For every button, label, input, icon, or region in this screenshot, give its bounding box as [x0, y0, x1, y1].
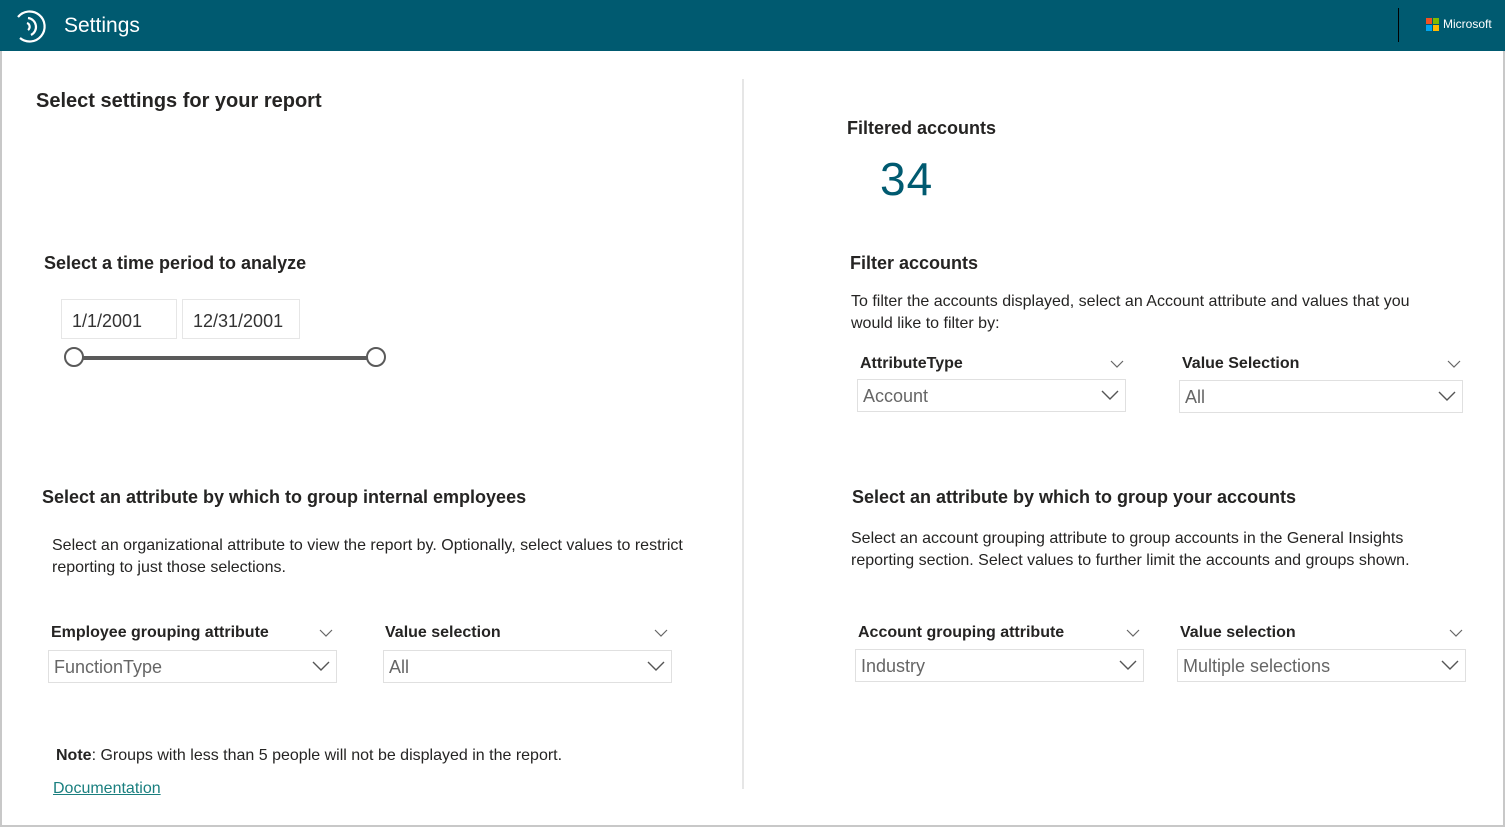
chevron-down-icon — [1119, 660, 1137, 670]
employee-group-description: Select an organizational attribute to vi… — [52, 537, 683, 576]
chevron-down-icon — [1438, 391, 1456, 401]
brand-name: Microsoft — [1443, 17, 1492, 31]
filtered-accounts-count: 34 — [880, 153, 934, 205]
employee-value-selection-dropdown[interactable]: All — [383, 650, 672, 683]
dropdown-value: FunctionType — [54, 657, 163, 677]
employee-group-heading: Select an attribute by which to group in… — [42, 487, 527, 507]
account-grouping-attribute-dropdown[interactable]: Industry — [855, 649, 1144, 682]
filter-value-selection-label: Value Selection — [1182, 355, 1300, 372]
filtered-accounts-label: Filtered accounts — [847, 118, 997, 138]
report-canvas — [0, 0, 1505, 827]
topbar-divider — [1398, 8, 1399, 42]
dropdown-value: Multiple selections — [1183, 656, 1331, 676]
page-heading: Select settings for your report — [36, 90, 322, 112]
chevron-down-icon[interactable] — [1447, 359, 1461, 369]
date-range-start-handle[interactable] — [64, 347, 84, 367]
date-range-slider-track[interactable] — [74, 356, 376, 360]
dropdown-value: All — [1185, 387, 1206, 407]
chevron-down-icon — [1101, 390, 1119, 400]
account-group-heading: Select an attribute by which to group yo… — [852, 487, 1297, 507]
employee-grouping-attribute-label: Employee grouping attribute — [51, 624, 269, 641]
microsoft-logo-icon — [1426, 18, 1440, 32]
chevron-down-icon[interactable] — [1126, 628, 1140, 638]
note-body: : Groups with less than 5 people will no… — [91, 747, 563, 764]
top-bar: Settings Microsoft — [0, 0, 1505, 51]
documentation-link[interactable]: Documentation — [53, 780, 161, 798]
chevron-down-icon — [647, 661, 665, 671]
attribute-type-dropdown[interactable]: Account — [857, 379, 1126, 412]
account-group-description: Select an account grouping attribute to … — [851, 530, 1410, 569]
filter-accounts-heading: Filter accounts — [850, 253, 979, 273]
app-logo-icon — [17, 10, 46, 43]
dropdown-value: Industry — [861, 656, 926, 676]
app-title: Settings — [64, 14, 140, 37]
date-range-end-handle[interactable] — [366, 347, 386, 367]
note-label: Note — [56, 747, 92, 764]
account-grouping-attribute-label: Account grouping attribute — [858, 624, 1065, 641]
time-period-heading: Select a time period to analyze — [44, 253, 307, 273]
start-date-input[interactable]: 1/1/2001 — [61, 299, 177, 339]
dropdown-value: All — [389, 657, 410, 677]
employee-grouping-attribute-dropdown[interactable]: FunctionType — [48, 650, 337, 683]
filter-value-selection-dropdown[interactable]: All — [1179, 380, 1463, 413]
dropdown-value: Account — [863, 386, 929, 406]
column-divider — [742, 79, 744, 789]
note-text: Note: Groups with less than 5 people wil… — [56, 747, 562, 765]
account-value-selection-label: Value selection — [1180, 624, 1296, 641]
chevron-down-icon[interactable] — [1110, 359, 1124, 369]
chevron-down-icon — [312, 661, 330, 671]
chevron-down-icon[interactable] — [654, 628, 668, 638]
chevron-down-icon[interactable] — [1449, 628, 1463, 638]
account-value-selection-dropdown[interactable]: Multiple selections — [1177, 649, 1466, 682]
chevron-down-icon — [1441, 660, 1459, 670]
end-date-input[interactable]: 12/31/2001 — [182, 299, 300, 339]
employee-value-selection-label: Value selection — [385, 624, 501, 641]
attribute-type-label: AttributeType — [860, 355, 963, 372]
filter-accounts-description: To filter the accounts displayed, select… — [851, 293, 1410, 332]
chevron-down-icon[interactable] — [319, 628, 333, 638]
